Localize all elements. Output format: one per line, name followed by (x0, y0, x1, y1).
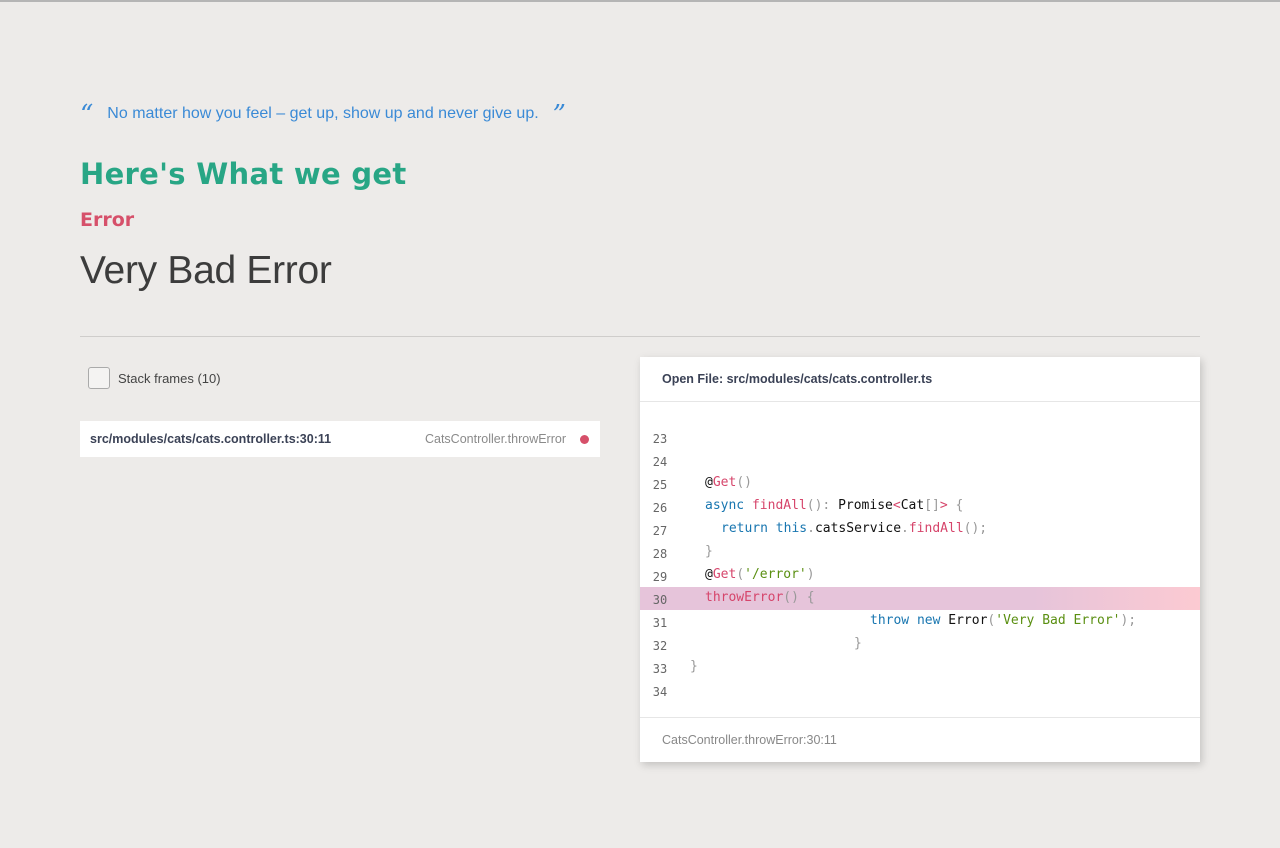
close-quote-icon: ” (552, 100, 566, 130)
code-line: 29 @Get('/error') (640, 564, 1200, 587)
line-number: 33 (652, 662, 668, 676)
error-message: Very Bad Error (80, 249, 332, 292)
code-line: 31 throw new Error('Very Bad Error'); (640, 610, 1200, 633)
code-line: 34 (640, 679, 1200, 702)
stack-frame-method: CatsController.throwError (424, 432, 566, 446)
code-text: throwError() { (705, 590, 815, 605)
stack-frame-item[interactable]: src/modules/cats/cats.controller.ts:30:1… (80, 421, 600, 457)
line-number: 32 (652, 639, 668, 653)
code-line: 27 return this.catsService.findAll(); (640, 518, 1200, 541)
code-text: } (705, 544, 713, 559)
code-line: 25 @Get() (640, 472, 1200, 495)
code-text: @Get('/error') (705, 567, 815, 582)
stack-frame-file: src/modules/cats/cats.controller.ts:30:1… (90, 432, 332, 446)
frame-location: CatsController.throwError:30:11 (662, 733, 837, 747)
code-line: 32 } (640, 633, 1200, 656)
stack-frames-label: Stack frames (10) (118, 370, 221, 386)
motivational-quote: “ No matter how you feel – get up, show … (80, 100, 566, 130)
line-number: 31 (652, 616, 668, 630)
code-text: } (690, 659, 698, 674)
code-line: 23 (640, 426, 1200, 449)
code-line: 24 (640, 449, 1200, 472)
code-text: throw new Error('Very Bad Error'); (870, 613, 1137, 628)
line-number: 26 (652, 501, 668, 515)
line-number: 25 (652, 478, 668, 492)
top-border (0, 0, 1280, 2)
page-title: Here's What we get (80, 157, 407, 191)
line-number: 27 (652, 524, 668, 538)
code-text: } (854, 636, 862, 651)
quote-text: No matter how you feel – get up, show up… (107, 105, 539, 122)
open-quote-icon: “ (80, 100, 94, 130)
error-type: Error (80, 209, 135, 231)
highlighted-code-line: 30 throwError() { (640, 587, 1200, 610)
code-line: 28 } (640, 541, 1200, 564)
line-number: 24 (652, 455, 668, 469)
stack-frames-checkbox[interactable] (88, 367, 110, 389)
line-number: 28 (652, 547, 668, 561)
code-panel-footer: CatsController.throwError:30:11 (640, 717, 1200, 762)
stack-frames-toggle[interactable]: Stack frames (10) (88, 367, 221, 389)
line-number: 34 (652, 685, 668, 699)
code-text: return this.catsService.findAll(); (721, 521, 988, 536)
open-file-link[interactable]: Open File: src/modules/cats/cats.control… (662, 372, 932, 386)
code-panel: Open File: src/modules/cats/cats.control… (640, 357, 1200, 762)
code-text: async findAll(): Promise<Cat[]> { (705, 498, 964, 513)
code-view: 23 24 25 @Get() 26 async findAll(): Prom… (640, 426, 1200, 702)
line-number: 23 (652, 432, 668, 446)
code-line: 26 async findAll(): Promise<Cat[]> { (640, 495, 1200, 518)
active-frame-dot-icon (580, 434, 589, 444)
code-panel-header: Open File: src/modules/cats/cats.control… (640, 357, 1200, 402)
divider (80, 336, 1200, 337)
code-text: @Get() (705, 475, 752, 490)
code-line: 33 } (640, 656, 1200, 679)
line-number: 29 (652, 570, 668, 584)
line-number: 30 (652, 593, 668, 607)
